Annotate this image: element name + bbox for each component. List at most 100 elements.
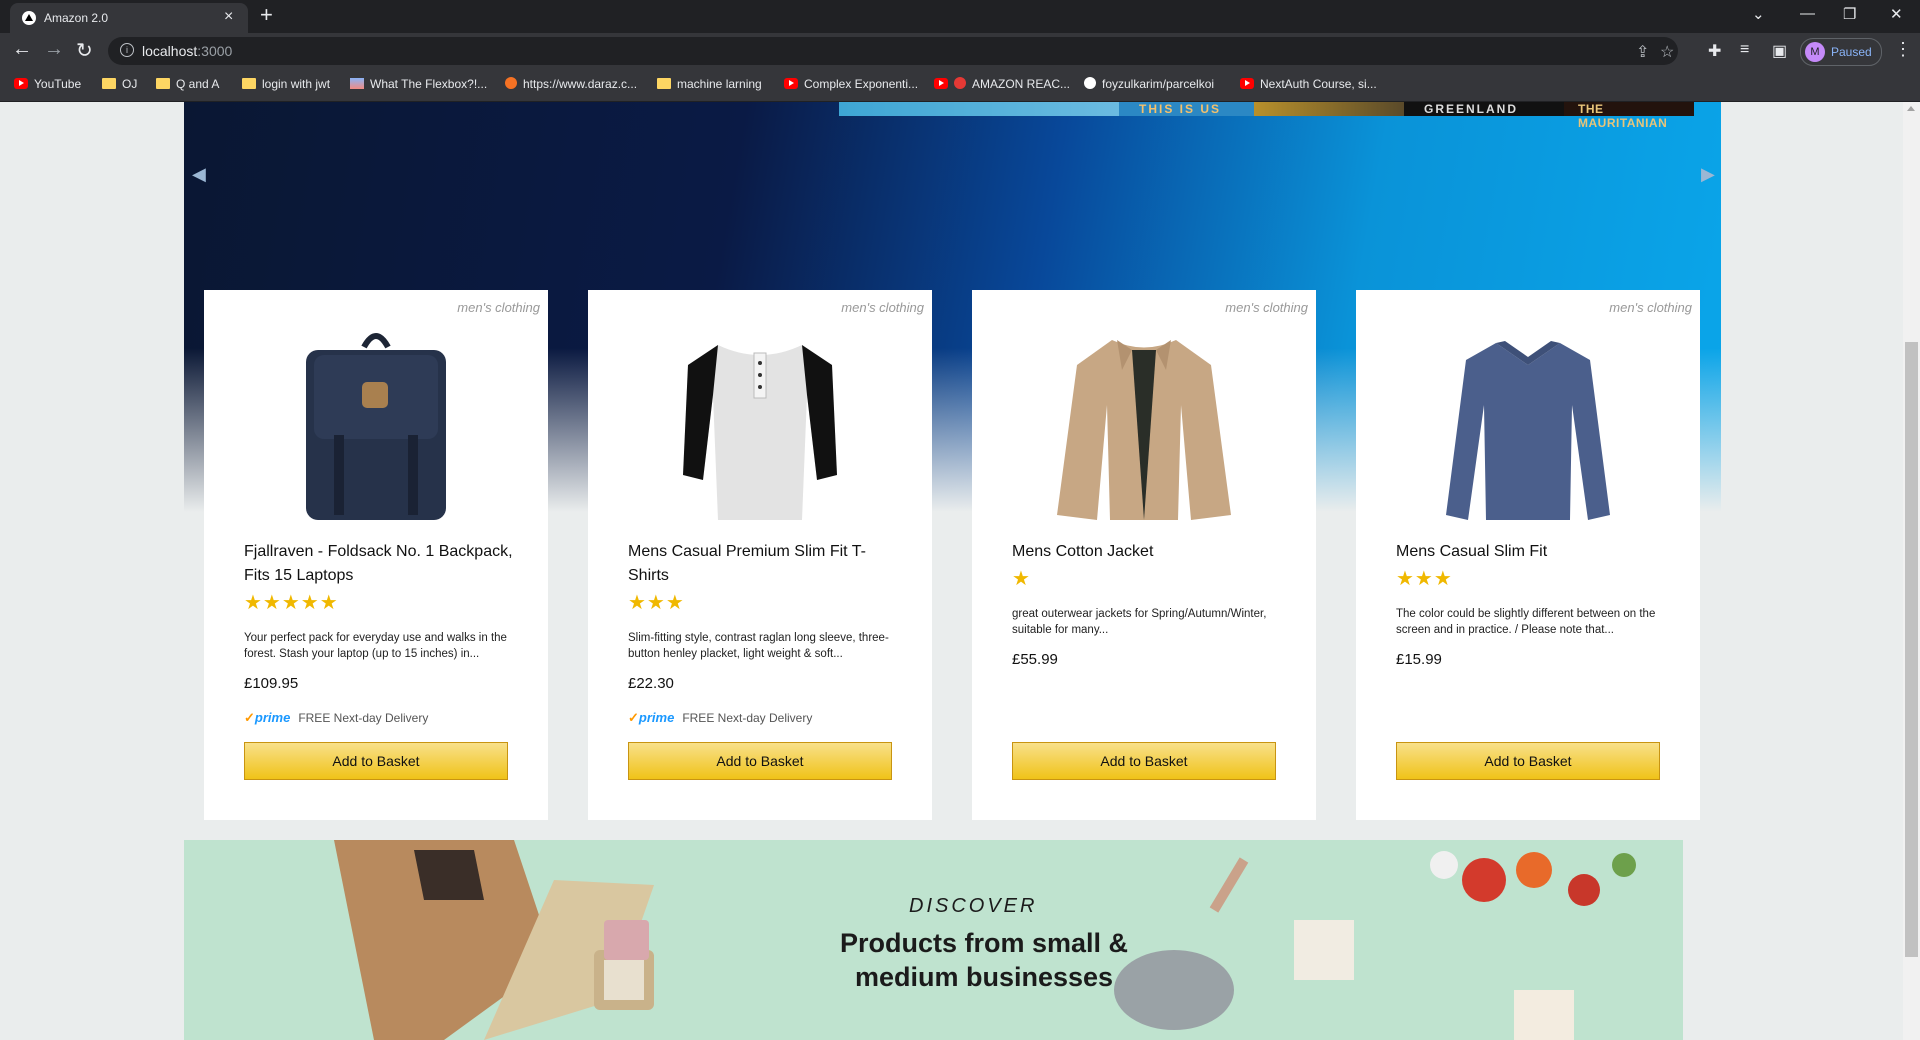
folder-icon [102, 78, 116, 89]
youtube-icon [934, 78, 948, 89]
sweater-image [1446, 341, 1610, 520]
prime-delivery: ✓prime FREE Next-day Delivery [628, 710, 813, 725]
hero-strip-tile: THE MAURITANIAN [1564, 102, 1694, 130]
close-tab-icon[interactable]: × [224, 8, 233, 26]
scroll-up-icon[interactable] [1907, 106, 1915, 111]
restore-icon[interactable]: ❐ [1843, 5, 1856, 23]
add-to-basket-button[interactable]: Add to Basket [1012, 742, 1276, 780]
carousel-next-icon[interactable]: ▶ [1701, 164, 1715, 185]
product-category: men's clothing [1225, 300, 1308, 315]
bookmark-star-icon[interactable]: ☆ [1660, 42, 1674, 62]
product-title[interactable]: Mens Cotton Jacket [1012, 540, 1282, 564]
prime-delivery: ✓prime FREE Next-day Delivery [244, 710, 429, 725]
minimize-icon[interactable]: — [1800, 5, 1815, 22]
bookmark-item[interactable]: OJ [102, 77, 137, 91]
bookmark-item[interactable]: Q and A [156, 77, 219, 91]
product-category: men's clothing [1609, 300, 1692, 315]
product-card: men's clothing Fjallraven - Foldsack No.… [204, 290, 548, 820]
new-tab-icon[interactable]: + [260, 2, 273, 28]
reload-icon[interactable]: ↻ [76, 38, 93, 63]
profile-button[interactable]: M Paused [1800, 38, 1882, 66]
add-to-basket-button[interactable]: Add to Basket [244, 742, 508, 780]
page-viewport: THIS IS US GREENLAND THE MAURITANIAN ◀ ▶… [0, 102, 1903, 1040]
side-panel-icon[interactable]: ▣ [1772, 41, 1787, 61]
product-category: men's clothing [841, 300, 924, 315]
browser-tab[interactable]: Amazon 2.0 × [10, 3, 248, 33]
scrollbar-thumb[interactable] [1905, 342, 1918, 957]
bookmarks-bar: YouTube OJ Q and A login with jwt What T… [0, 69, 1920, 102]
carousel-prev-icon[interactable]: ◀ [192, 164, 206, 185]
star-rating: ★★★★★ [244, 592, 339, 614]
product-description: The color could be slightly different be… [1396, 608, 1656, 636]
prime-logo-icon: ✓prime [244, 710, 291, 725]
star-rating: ★★★ [628, 592, 685, 614]
back-icon[interactable]: ← [12, 38, 32, 61]
bookmark-item[interactable]: YouTube [14, 77, 81, 91]
promo-banner[interactable]: DISCOVER Products from small & medium bu… [184, 840, 1683, 1040]
bookmark-item[interactable]: https://www.daraz.c... [505, 77, 637, 91]
bookmark-item[interactable]: foyzulkarim/parcelkoi [1084, 77, 1214, 91]
add-to-basket-button[interactable]: Add to Basket [1396, 742, 1660, 780]
bookmark-item[interactable]: Complex Exponenti... [784, 77, 918, 91]
banner-title: Products from small & medium businesses [839, 928, 1129, 992]
product-card: men's clothing Mens Casual Slim Fit ★★★ … [1356, 290, 1700, 820]
hero-strip-label: THE MAURITANIAN [1578, 102, 1668, 130]
browser-toolbar: ← → ↻ i localhost:3000 ⇪ ☆ ✚ ≡ ▣ M Pause… [0, 33, 1920, 69]
bookmark-item[interactable]: login with jwt [242, 77, 330, 91]
youtube-icon [14, 78, 28, 89]
product-card: men's clothing Mens Casual Premium Slim … [588, 290, 932, 820]
bookmark-item[interactable]: AMAZON REAC... [934, 77, 1070, 91]
bookmark-item[interactable]: NextAuth Course, si... [1240, 77, 1377, 91]
bookmark-item[interactable]: What The Flexbox?!... [350, 77, 487, 91]
daraz-icon [505, 77, 517, 89]
address-bar[interactable]: i localhost:3000 ⇪ ☆ [108, 37, 1678, 65]
browser-menu-icon[interactable]: ⋮ [1894, 39, 1912, 60]
browser-titlebar: Amazon 2.0 × + ⌄ — ❐ ✕ [0, 0, 1920, 33]
hero-strip-tile: GREENLAND [1404, 102, 1564, 116]
tab-search-icon[interactable]: ⌄ [1752, 5, 1765, 23]
extensions-icon[interactable]: ✚ [1708, 41, 1721, 61]
site-info-icon[interactable]: i [120, 43, 134, 57]
url-text: localhost:3000 [142, 43, 233, 59]
jacket-image [1057, 340, 1231, 520]
github-icon [1084, 77, 1096, 89]
product-title[interactable]: Fjallraven - Foldsack No. 1 Backpack, Fi… [244, 540, 514, 588]
product-description: Your perfect pack for everyday use and w… [244, 632, 507, 660]
hero-strip-tile [839, 102, 1119, 116]
product-price: £22.30 [628, 675, 674, 692]
hero-strip-tile [1254, 102, 1404, 116]
flexbox-icon [350, 78, 364, 89]
add-to-basket-button[interactable]: Add to Basket [628, 742, 892, 780]
youtube-icon [784, 78, 798, 89]
hero-strip-label: THIS IS US [1139, 102, 1222, 116]
product-price: £15.99 [1396, 651, 1442, 668]
folder-icon [657, 78, 671, 89]
hero-strip-label: GREENLAND [1424, 102, 1519, 116]
avatar: M [1805, 42, 1825, 62]
product-title[interactable]: Mens Casual Slim Fit [1396, 540, 1666, 564]
product-card: men's clothing Mens Cotton Jacket ★ grea… [972, 290, 1316, 820]
folder-icon [242, 78, 256, 89]
profile-status: Paused [1831, 45, 1872, 59]
product-description: great outerwear jackets for Spring/Autum… [1012, 608, 1267, 636]
product-price: £55.99 [1012, 651, 1058, 668]
tab-title: Amazon 2.0 [44, 11, 109, 25]
forward-icon[interactable]: → [44, 38, 64, 61]
backpack-image [306, 333, 446, 520]
star-rating: ★★★ [1396, 568, 1453, 590]
reading-list-icon[interactable]: ≡ [1740, 41, 1749, 59]
record-icon [954, 77, 966, 89]
product-title[interactable]: Mens Casual Premium Slim Fit T-Shirts [628, 540, 898, 588]
page-scrollbar[interactable] [1903, 102, 1920, 1040]
banner-kicker: DISCOVER [909, 895, 1038, 917]
youtube-icon [1240, 78, 1254, 89]
triangle-logo-icon [22, 11, 36, 25]
product-price: £109.95 [244, 675, 299, 692]
close-window-icon[interactable]: ✕ [1890, 5, 1903, 23]
product-description: Slim-fitting style, contrast raglan long… [628, 632, 889, 660]
product-category: men's clothing [457, 300, 540, 315]
share-icon[interactable]: ⇪ [1636, 42, 1649, 62]
hero-strip-tile: THIS IS US [1119, 102, 1254, 116]
tshirt-image [683, 345, 837, 520]
bookmark-item[interactable]: machine larning [657, 77, 762, 91]
